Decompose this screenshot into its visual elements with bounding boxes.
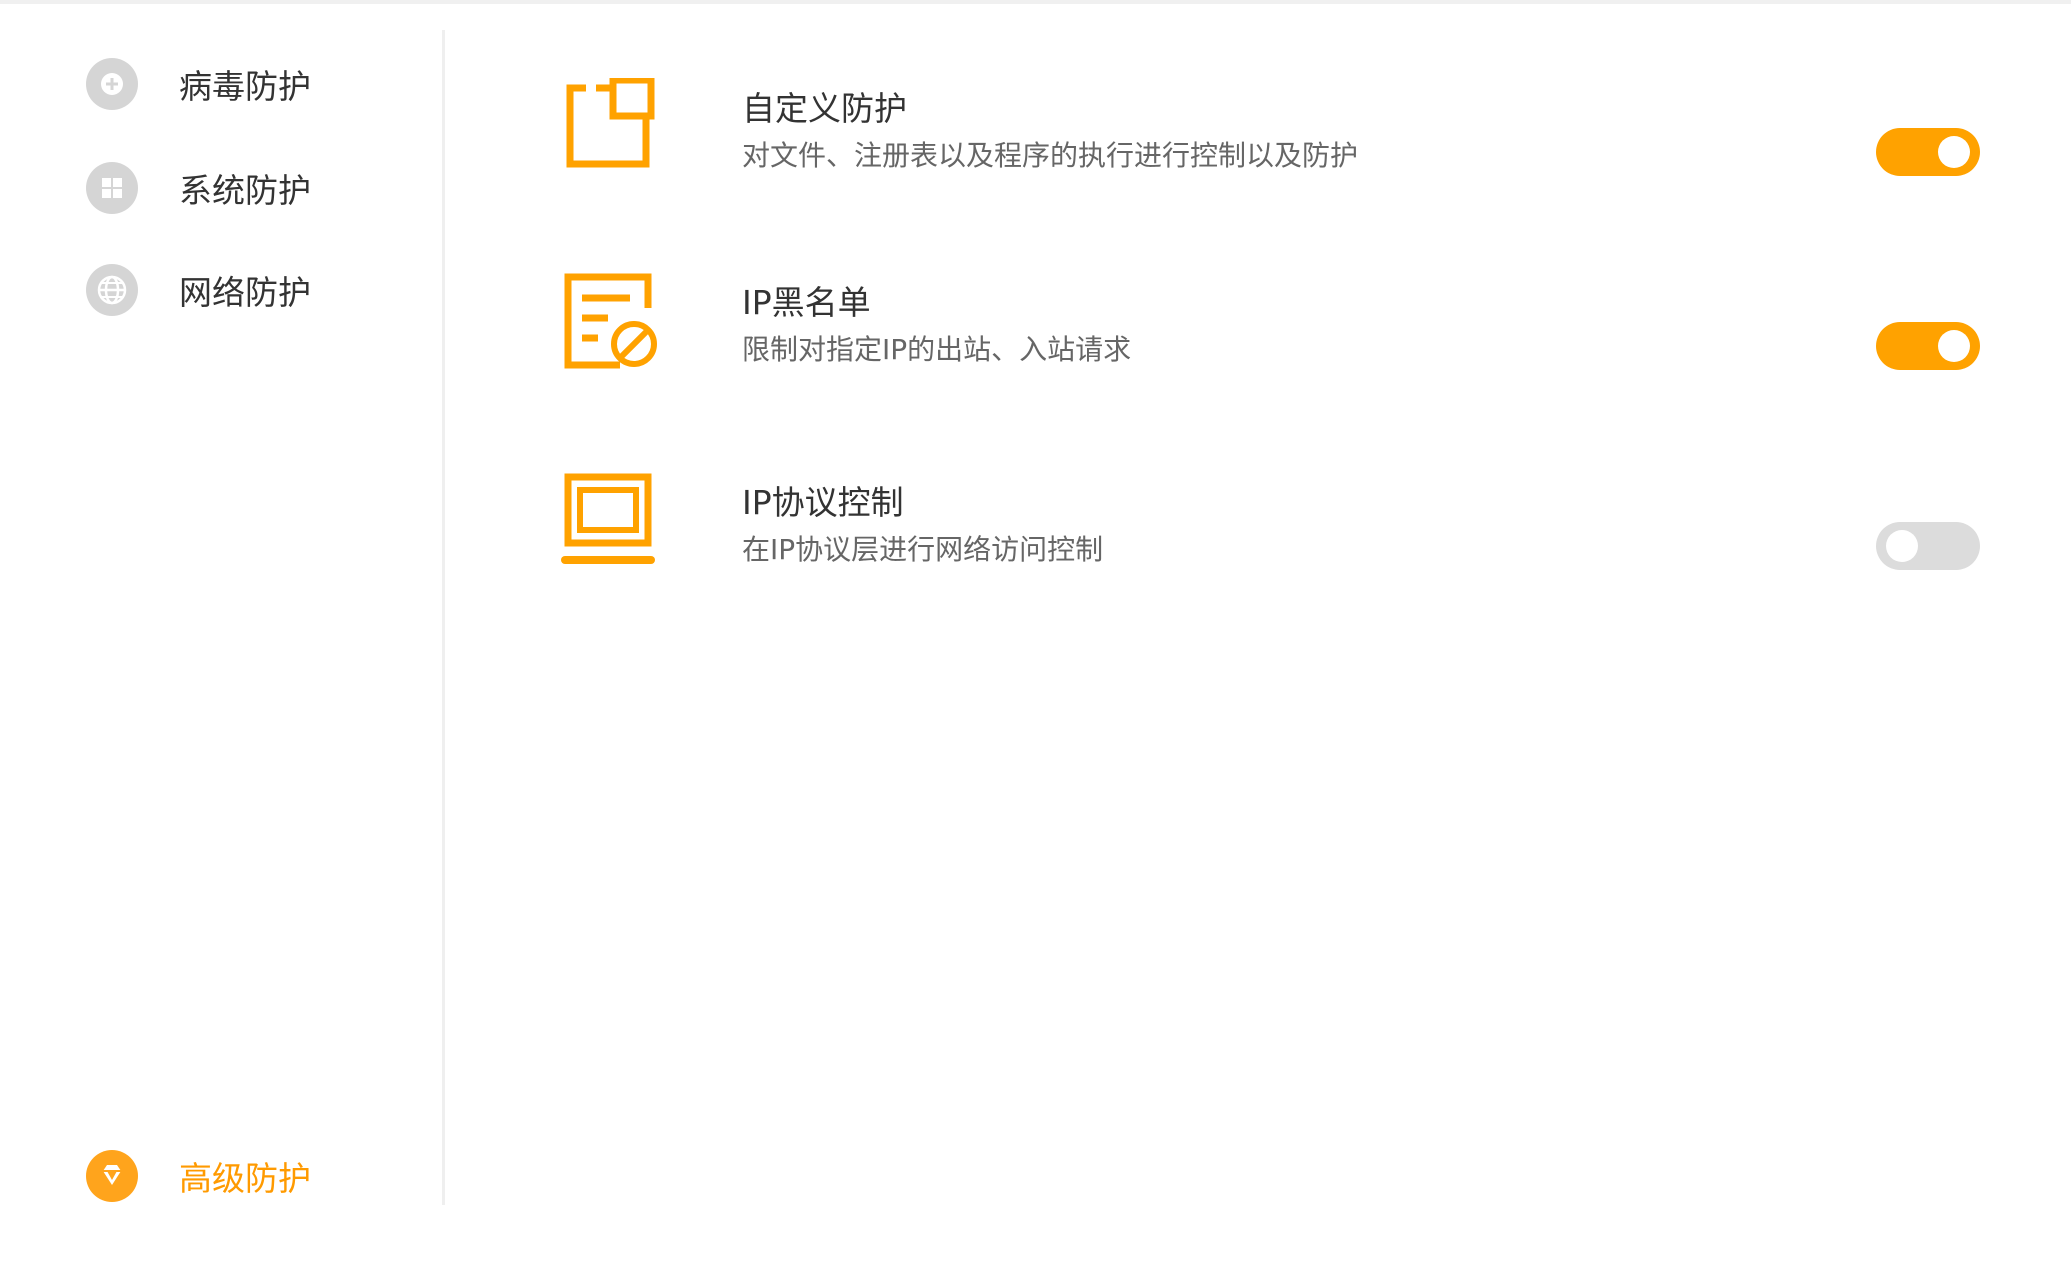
ip-protocol-toggle[interactable] [1876,522,1980,570]
windows-icon [86,162,138,214]
ip-blacklist-toggle[interactable] [1876,322,1980,370]
feature-description: 对文件、注册表以及程序的执行进行控制以及防护 [742,139,1359,172]
custom-protection-toggle[interactable] [1876,128,1980,176]
sidebar-item-advanced-protection[interactable]: 高级防护 [86,1146,406,1206]
sidebar-item-system-protection[interactable]: 系统防护 [86,158,406,218]
sidebar-item-virus-protection[interactable]: 病毒防护 [86,54,406,114]
feature-ip-protocol-control: IP协议控制 在IP协议层进行网络访问控制 [560,472,1980,582]
ip-protocol-icon [560,472,660,572]
ip-blacklist-icon [560,272,660,372]
feature-title: 自定义防护 [742,89,907,128]
feature-custom-protection: 自定义防护 对文件、注册表以及程序的执行进行控制以及防护 [560,76,1980,188]
feature-description: 在IP协议层进行网络访问控制 [742,533,1104,566]
sidebar-divider [442,30,445,1205]
feature-title: IP黑名单 [742,283,871,322]
feature-title: IP协议控制 [742,483,904,522]
toggle-knob [1938,136,1970,168]
sidebar-item-label: 高级防护 [179,1159,311,1198]
sidebar-item-label: 网络防护 [179,273,311,312]
feature-ip-blacklist: IP黑名单 限制对指定IP的出站、入站请求 [560,272,1980,382]
sidebar-item-network-protection[interactable]: 网络防护 [86,260,406,320]
feature-description: 限制对指定IP的出站、入站请求 [742,333,1132,366]
toggle-knob [1886,530,1918,562]
diamond-icon [86,1150,138,1202]
sidebar-item-label: 病毒防护 [179,67,311,106]
plus-circle-icon [86,58,138,110]
sidebar-item-label: 系统防护 [179,171,311,210]
globe-icon [86,264,138,316]
sidebar: 病毒防护 系统防护 网络防护 高级防护 [0,4,442,1204]
toggle-knob [1938,330,1970,362]
custom-protection-icon [560,76,660,178]
